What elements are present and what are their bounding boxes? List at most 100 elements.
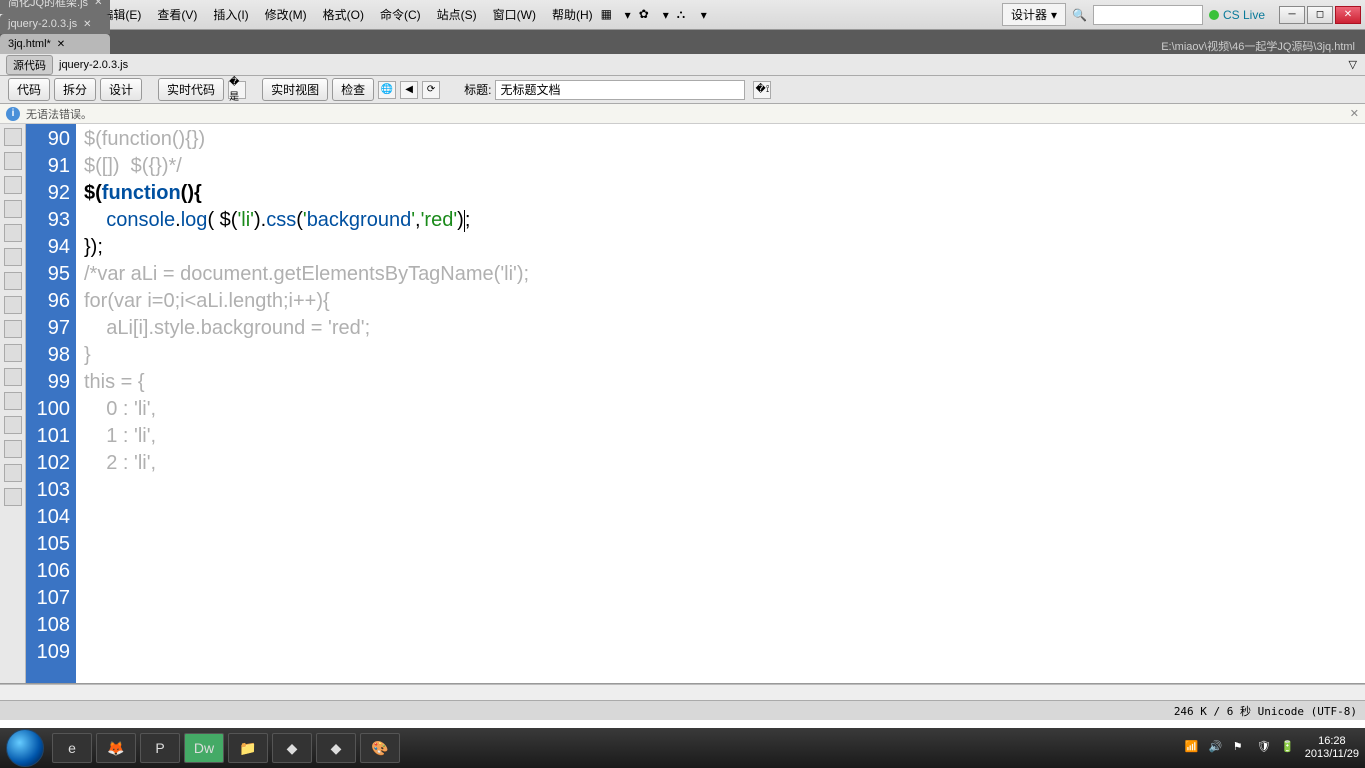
inspect-button[interactable]: 检查: [332, 78, 374, 101]
highlight-icon[interactable]: [4, 272, 22, 290]
recent-icon[interactable]: [4, 416, 22, 434]
balance-icon[interactable]: [4, 224, 22, 242]
comment-icon[interactable]: [4, 392, 22, 410]
code-view-button[interactable]: 代码: [8, 78, 50, 101]
live-code-icon[interactable]: �是: [228, 81, 246, 99]
taskbar-firefox-icon[interactable]: 🦊: [96, 733, 136, 763]
live-code-button[interactable]: 实时代码: [158, 78, 224, 101]
workspace-icon[interactable]: ⛬: [677, 7, 693, 23]
tray-clock[interactable]: 16:28 2013/11/29: [1305, 735, 1359, 761]
layout-switcher[interactable]: 设计器 ▾: [1002, 3, 1066, 26]
tray-battery-icon[interactable]: 🔋: [1281, 740, 1297, 756]
tab-label: 3jq.html*: [8, 38, 51, 50]
design-view-button[interactable]: 设计: [100, 78, 142, 101]
close-button[interactable]: ✕: [1335, 6, 1361, 24]
title-input[interactable]: [495, 80, 745, 100]
snippet-icon[interactable]: [4, 464, 22, 482]
tab-close-icon[interactable]: ✕: [57, 39, 65, 50]
taskbar-explorer-icon[interactable]: 📁: [228, 733, 268, 763]
system-tray: 📶 🔊 ⚑ 🛡 🔋 16:28 2013/11/29: [1185, 735, 1359, 761]
document-toolbar: 代码 拆分 设计 实时代码 �是 实时视图 检查 🌐 ◀ ⟳ 标题: �⟟: [0, 76, 1365, 104]
move-icon[interactable]: [4, 488, 22, 506]
editor: 9091929394959697989910010110210310410510…: [0, 124, 1365, 684]
expand-icon[interactable]: [4, 176, 22, 194]
file-tab[interactable]: 3jq.html* ✕: [0, 34, 110, 54]
format-icon[interactable]: [4, 440, 22, 458]
tray-sound-icon[interactable]: 🔊: [1209, 740, 1225, 756]
code-toolbar: [0, 124, 26, 683]
cslive-button[interactable]: CS Live: [1209, 8, 1265, 22]
syntax-icon[interactable]: [4, 296, 22, 314]
taskbar-paint-icon[interactable]: 🎨: [360, 733, 400, 763]
taskbar-dreamweaver-icon[interactable]: Dw: [184, 733, 224, 763]
menu-item[interactable]: 查看(V): [149, 4, 205, 26]
maximize-button[interactable]: ◻: [1307, 6, 1333, 24]
tray-shield-icon[interactable]: 🛡: [1257, 740, 1273, 756]
taskbar-ie-icon[interactable]: e: [52, 733, 92, 763]
extension-dropdown[interactable]: ▾: [655, 4, 677, 26]
menu-item[interactable]: 修改(M): [257, 4, 315, 26]
file-tabs: 简化JQ的框架.js✕jquery-2.0.3.js✕3jq.html*✕ E:…: [0, 30, 1365, 54]
taskbar-app2-icon[interactable]: ◆: [316, 733, 356, 763]
code-line: }: [84, 342, 1365, 369]
line-num-icon[interactable]: [4, 248, 22, 266]
related-files-bar: 源代码 jquery-2.0.3.js ▽: [0, 54, 1365, 76]
file-tab[interactable]: jquery-2.0.3.js ✕: [0, 14, 110, 34]
back-icon[interactable]: ◀: [400, 81, 418, 99]
code-area[interactable]: $(function(){})$([]) $({})*/$(function()…: [76, 124, 1365, 683]
tab-label: jquery-2.0.3.js: [8, 18, 77, 30]
split-view-button[interactable]: 拆分: [54, 78, 96, 101]
syntax-message: 无语法错误。: [26, 106, 92, 122]
menu-item[interactable]: 插入(I): [205, 4, 256, 26]
select-parent-icon[interactable]: [4, 200, 22, 218]
code-line: });: [84, 234, 1365, 261]
search-icon[interactable]: 🔍: [1072, 8, 1087, 22]
workspace-dropdown[interactable]: ▾: [693, 4, 715, 26]
menu-item[interactable]: 窗口(W): [485, 4, 544, 26]
code-line: console.log( $('li').css('background','r…: [84, 207, 1365, 234]
browser-icon[interactable]: 🌐: [378, 81, 396, 99]
collapse-icon[interactable]: [4, 152, 22, 170]
code-line: /*var aLi = document.getElementsByTagNam…: [84, 261, 1365, 288]
wrap-icon[interactable]: [4, 320, 22, 338]
tab-close-icon[interactable]: ✕: [94, 0, 102, 8]
indent-icon[interactable]: [4, 344, 22, 362]
address-icon[interactable]: �⟟: [753, 81, 771, 99]
tab-close-icon[interactable]: ✕: [83, 19, 91, 30]
code-line: 0 : 'li',: [84, 396, 1365, 423]
layout-icon[interactable]: ▦: [601, 7, 617, 23]
tray-flag-icon[interactable]: ⚑: [1233, 740, 1249, 756]
tab-label: 简化JQ的框架.js: [8, 0, 88, 10]
related-file[interactable]: jquery-2.0.3.js: [59, 59, 128, 71]
h-scrollbar[interactable]: [0, 684, 1365, 700]
extension-icon[interactable]: ✿: [639, 7, 655, 23]
live-view-button[interactable]: 实时视图: [262, 78, 328, 101]
tray-time: 16:28: [1305, 735, 1359, 748]
layout-dropdown[interactable]: ▾: [617, 4, 639, 26]
syntax-status-bar: i 无语法错误。 ✕: [0, 104, 1365, 124]
taskbar-powerpoint-icon[interactable]: P: [140, 733, 180, 763]
outdent-icon[interactable]: [4, 368, 22, 386]
refresh-icon[interactable]: ⟳: [422, 81, 440, 99]
layout-label: 设计器: [1011, 6, 1047, 23]
status-dot-icon: [1209, 10, 1219, 20]
menu-item[interactable]: 帮助(H): [544, 4, 601, 26]
menu-item[interactable]: 格式(O): [315, 4, 372, 26]
start-button[interactable]: [6, 729, 44, 767]
filter-icon[interactable]: ▽: [1349, 58, 1357, 71]
minimize-button[interactable]: ─: [1279, 6, 1305, 24]
taskbar-app1-icon[interactable]: ◆: [272, 733, 312, 763]
menu-item[interactable]: 命令(C): [372, 4, 429, 26]
source-code-chip[interactable]: 源代码: [6, 55, 53, 75]
file-tab[interactable]: 简化JQ的框架.js ✕: [0, 0, 110, 14]
menu-item[interactable]: 站点(S): [429, 4, 485, 26]
code-line: 1 : 'li',: [84, 423, 1365, 450]
open-docs-icon[interactable]: [4, 128, 22, 146]
tray-network-icon[interactable]: 📶: [1185, 740, 1201, 756]
close-icon[interactable]: ✕: [1350, 107, 1359, 120]
status-encoding: 246 K / 6 秒 Unicode (UTF-8): [1174, 703, 1357, 719]
search-input[interactable]: [1093, 5, 1203, 25]
code-line: $(function(){}): [84, 126, 1365, 153]
file-path: E:\miaov\视频\46一起学JQ源码\3jq.html: [1161, 38, 1365, 54]
code-line: aLi[i].style.background = 'red';: [84, 315, 1365, 342]
